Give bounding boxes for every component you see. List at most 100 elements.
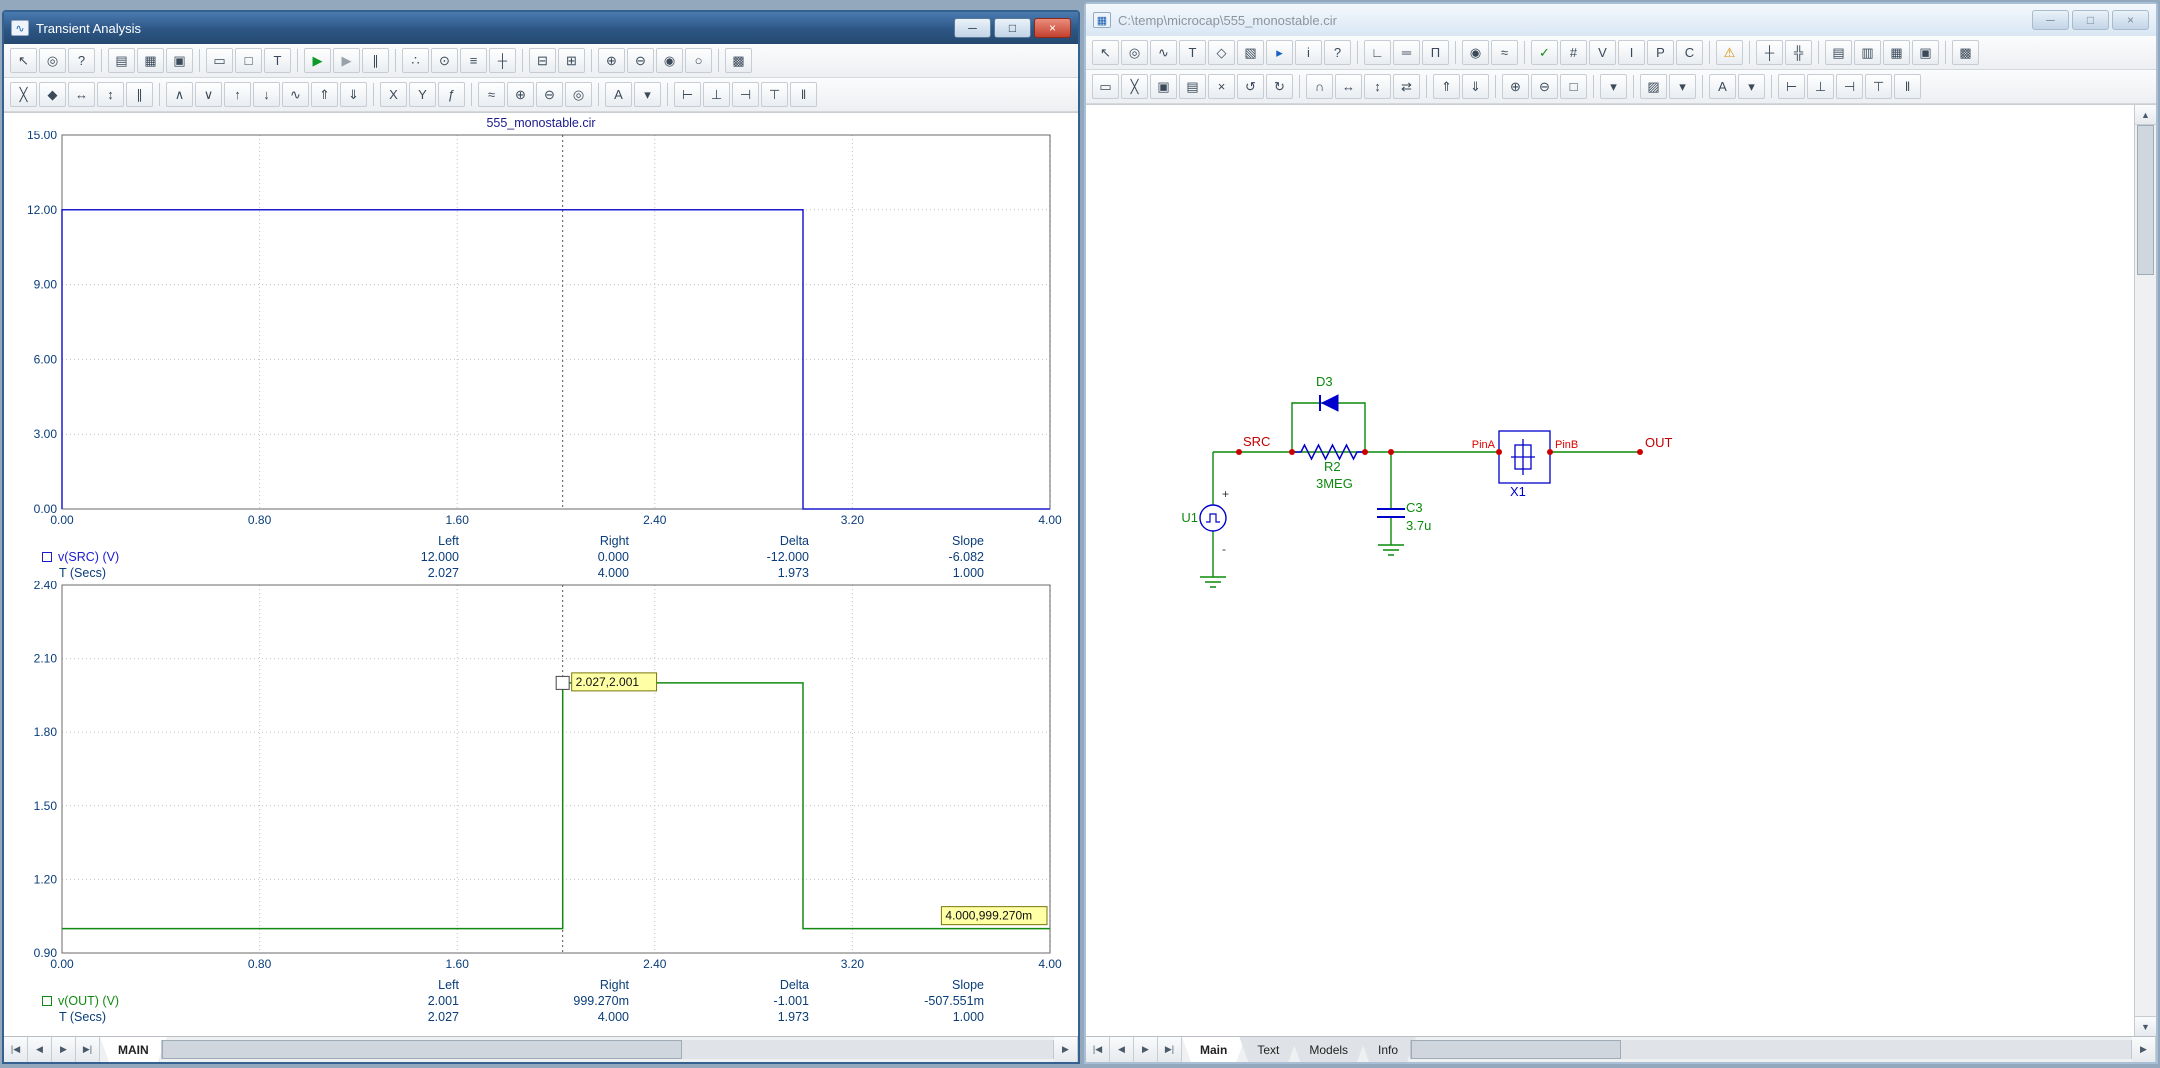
open-file-icon[interactable]: ▦: [137, 48, 164, 73]
trace-swatch[interactable]: [42, 552, 52, 562]
help-topics-icon[interactable]: ▩: [1952, 40, 1979, 65]
powers-icon[interactable]: P: [1647, 40, 1674, 65]
horizontal-scrollbar[interactable]: [1410, 1040, 2132, 1059]
mirror-y-icon[interactable]: ↕: [1364, 74, 1391, 99]
zoom-in-icon[interactable]: ⊕: [598, 48, 625, 73]
horizontal-axis-icon[interactable]: ⊟: [529, 48, 556, 73]
x1-label[interactable]: X1: [1510, 484, 1526, 499]
align-top-icon[interactable]: ⊤: [1865, 74, 1892, 99]
transient-plot-src[interactable]: 0.000.801.602.403.204.000.003.006.009.00…: [4, 131, 1078, 531]
run-icon[interactable]: ▶: [304, 48, 331, 73]
first-tab-button[interactable]: |◀: [1086, 1037, 1110, 1062]
distribute-icon[interactable]: ‖: [790, 82, 817, 107]
tab-info[interactable]: Info: [1360, 1037, 1416, 1062]
maximize-button[interactable]: □: [2072, 10, 2109, 30]
transient-plot-out[interactable]: 0.000.801.602.403.204.000.901.201.501.80…: [4, 581, 1078, 975]
zoom-out-icon[interactable]: ⊖: [627, 48, 654, 73]
pan-mode-icon[interactable]: ◎: [1121, 40, 1148, 65]
text-color-icon[interactable]: A: [605, 82, 632, 107]
high-icon[interactable]: ↑: [224, 82, 251, 107]
delete-icon[interactable]: ×: [1208, 74, 1235, 99]
bus-mode-icon[interactable]: ═: [1393, 40, 1420, 65]
src-node-label[interactable]: SRC: [1243, 434, 1270, 449]
point-to-point-icon[interactable]: ∟: [1364, 40, 1391, 65]
find-icon[interactable]: ◉: [1462, 40, 1489, 65]
currents-icon[interactable]: I: [1618, 40, 1645, 65]
grid-icon[interactable]: ┼: [1756, 40, 1783, 65]
plus-mark-icon[interactable]: ┼: [489, 48, 516, 73]
align-center-icon[interactable]: ⊥: [703, 82, 730, 107]
select-mode-icon[interactable]: ↖: [10, 48, 37, 73]
paste-icon[interactable]: ▤: [1179, 74, 1206, 99]
voltage-source-u1[interactable]: [1200, 505, 1226, 531]
align-left-icon[interactable]: ⊢: [1778, 74, 1805, 99]
trace-swatch[interactable]: [42, 996, 52, 1006]
scroll-down-button[interactable]: ▼: [2135, 1016, 2156, 1036]
prev-tab-button[interactable]: ◀: [1110, 1037, 1134, 1062]
horizontal-scrollbar[interactable]: [161, 1040, 1054, 1059]
go-to-x-icon[interactable]: X: [380, 82, 407, 107]
global-high-icon[interactable]: ⇑: [311, 82, 338, 107]
next-tab-button[interactable]: ▶: [1134, 1037, 1158, 1062]
mode-dropdown-icon[interactable]: ▾: [1600, 74, 1627, 99]
prev-tab-button[interactable]: ◀: [28, 1037, 52, 1062]
subcircuit-x1[interactable]: [1499, 431, 1550, 483]
font-icon[interactable]: A: [1709, 74, 1736, 99]
zoom-fit-icon[interactable]: ◎: [565, 82, 592, 107]
rotate-icon[interactable]: ∩: [1306, 74, 1333, 99]
redo-icon[interactable]: ↻: [1266, 74, 1293, 99]
r2-label[interactable]: R2: [1324, 459, 1341, 474]
zoom-out-icon[interactable]: ⊖: [536, 82, 563, 107]
pattern-icon[interactable]: ▨: [1640, 74, 1667, 99]
warning-icon[interactable]: ⚠: [1716, 40, 1743, 65]
conditions-icon[interactable]: C: [1676, 40, 1703, 65]
save-icon[interactable]: ▣: [166, 48, 193, 73]
tokens-icon[interactable]: ⊙: [431, 48, 458, 73]
maximize-button[interactable]: □: [994, 18, 1031, 38]
horizontal-scrollbar-thumb[interactable]: [1411, 1040, 1621, 1059]
title-bar[interactable]: ▦ C:\temp\microcap\555_monostable.cir ─□…: [1086, 4, 2156, 36]
wire-mode-icon[interactable]: ∿: [1150, 40, 1177, 65]
last-tab-button[interactable]: ▶|: [76, 1037, 100, 1062]
add-tag-icon[interactable]: ◆: [39, 82, 66, 107]
grid-snap-icon[interactable]: ╬: [1785, 40, 1812, 65]
zoom-out-icon[interactable]: ⊖: [1531, 74, 1558, 99]
title-bar[interactable]: ∿ Transient Analysis ─□×: [4, 12, 1078, 44]
step-icon[interactable]: ▶: [333, 48, 360, 73]
global-low-icon[interactable]: ⇓: [340, 82, 367, 107]
scroll-right-button[interactable]: ▶: [1054, 1037, 1078, 1062]
digital-mode-icon[interactable]: Π: [1422, 40, 1449, 65]
info-mode-icon[interactable]: i: [1295, 40, 1322, 65]
pattern-dropdown-icon[interactable]: ▾: [1669, 74, 1696, 99]
zoom-in-icon[interactable]: ⊕: [1502, 74, 1529, 99]
text-tool-icon[interactable]: T: [264, 48, 291, 73]
low-icon[interactable]: ↓: [253, 82, 280, 107]
font-dropdown-icon[interactable]: ▾: [1738, 74, 1765, 99]
graphics-mode-icon[interactable]: ◇: [1208, 40, 1235, 65]
node-voltages-icon[interactable]: V: [1589, 40, 1616, 65]
copy-icon[interactable]: ▣: [1150, 74, 1177, 99]
next-tab-button[interactable]: ▶: [52, 1037, 76, 1062]
font-dropdown-icon[interactable]: ▾: [634, 82, 661, 107]
select-region-icon[interactable]: ▭: [206, 48, 233, 73]
picture-mode-icon[interactable]: ▧: [1237, 40, 1264, 65]
align-right-icon[interactable]: ⊣: [1836, 74, 1863, 99]
last-tab-button[interactable]: ▶|: [1158, 1037, 1182, 1062]
valley-icon[interactable]: ∨: [195, 82, 222, 107]
tab-text[interactable]: Text: [1239, 1037, 1297, 1062]
horizontal-scrollbar-thumb[interactable]: [162, 1040, 682, 1059]
distribute-icon[interactable]: ‖: [1894, 74, 1921, 99]
ruler-icon[interactable]: ≡: [460, 48, 487, 73]
c3-label[interactable]: C3: [1406, 500, 1423, 515]
pause-icon[interactable]: ∥: [362, 48, 389, 73]
inflection-icon[interactable]: ∿: [282, 82, 309, 107]
node-numbers-icon[interactable]: #: [1560, 40, 1587, 65]
bring-front-icon[interactable]: ⇑: [1433, 74, 1460, 99]
align-right-icon[interactable]: ⊣: [732, 82, 759, 107]
scroll-up-button[interactable]: ▲: [2135, 105, 2156, 125]
scroll-right-button[interactable]: ▶: [2132, 1037, 2156, 1062]
close-button[interactable]: ×: [1034, 18, 1071, 38]
zoom-area-icon[interactable]: □: [1560, 74, 1587, 99]
capacitor-c3[interactable]: [1377, 509, 1405, 517]
repeat-icon[interactable]: ≈: [1491, 40, 1518, 65]
